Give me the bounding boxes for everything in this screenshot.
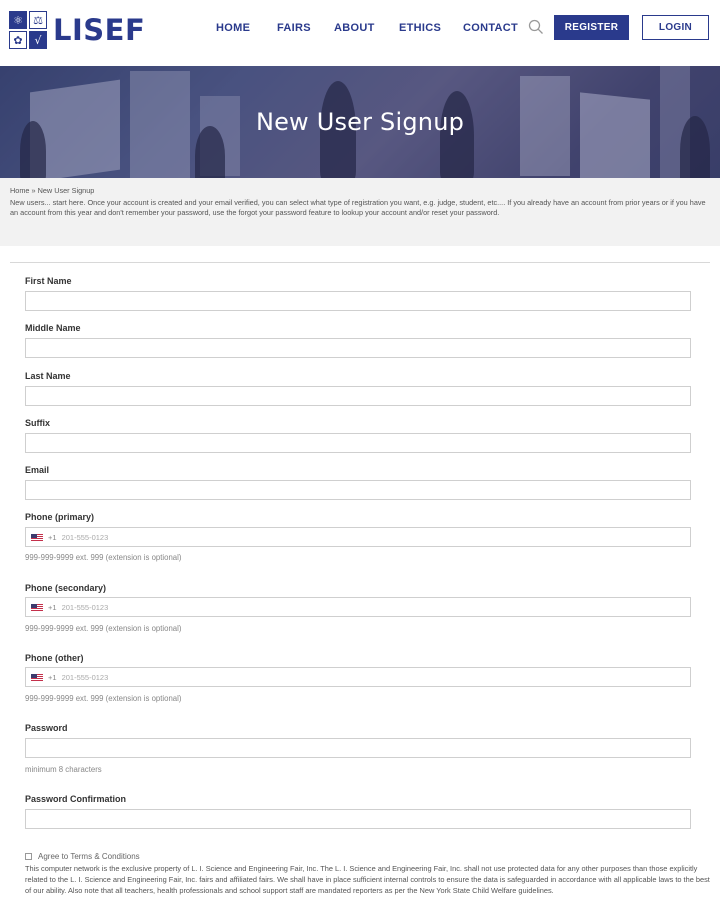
- middle-name-input[interactable]: [25, 338, 691, 358]
- terms-checkbox[interactable]: [25, 853, 32, 860]
- site-logo[interactable]: ⚛ ⚖ ✿ √ LISEF: [9, 11, 145, 49]
- middle-name-label: Middle Name: [25, 323, 81, 333]
- divider: [10, 262, 710, 263]
- us-flag-icon[interactable]: [31, 673, 43, 681]
- phone-primary-label: Phone (primary): [25, 512, 95, 522]
- site-header: ⚛ ⚖ ✿ √ LISEF HOME FAIRS ABOUT ETHICS CONTA…: [0, 0, 720, 66]
- nav-home[interactable]: HOME: [216, 22, 250, 34]
- hero-banner: New User Signup: [0, 66, 720, 178]
- password-input[interactable]: [25, 738, 691, 758]
- country-code: +1: [48, 602, 57, 612]
- suffix-input[interactable]: [25, 433, 691, 453]
- first-name-label: First Name: [25, 276, 72, 286]
- phone-primary-input[interactable]: +1 201-555-0123: [25, 527, 691, 547]
- register-button[interactable]: REGISTER: [554, 15, 629, 40]
- phone-placeholder: 201-555-0123: [61, 532, 109, 542]
- password-help: minimum 8 characters: [25, 765, 102, 774]
- phone-other-input[interactable]: +1 201-555-0123: [25, 667, 691, 687]
- password-label: Password: [25, 723, 68, 733]
- phone-primary-help: 999-999-9999 ext. 999 (extension is opti…: [25, 553, 182, 562]
- phone-secondary-label: Phone (secondary): [25, 583, 107, 593]
- email-label: Email: [25, 465, 50, 475]
- country-code: +1: [48, 532, 57, 542]
- terms-row[interactable]: Agree to Terms & Conditions: [25, 852, 140, 861]
- first-name-input[interactable]: [25, 291, 691, 311]
- us-flag-icon[interactable]: [31, 533, 43, 541]
- nav-about[interactable]: ABOUT: [334, 22, 375, 34]
- logo-mark-icon: ⚛ ⚖ ✿ √: [9, 11, 47, 49]
- intro-text: New users... start here. Once your accou…: [10, 197, 706, 218]
- nav-fairs[interactable]: FAIRS: [277, 22, 311, 34]
- phone-secondary-help: 999-999-9999 ext. 999 (extension is opti…: [25, 624, 182, 633]
- page-title: New User Signup: [255, 108, 465, 136]
- intro-panel: Home » New User Signup New users... star…: [0, 178, 720, 246]
- last-name-label: Last Name: [25, 371, 71, 381]
- suffix-label: Suffix: [25, 418, 51, 428]
- phone-placeholder: 201-555-0123: [61, 602, 109, 612]
- password-confirmation-input[interactable]: [25, 809, 691, 829]
- last-name-input[interactable]: [25, 386, 691, 406]
- nav-ethics[interactable]: ETHICS: [399, 22, 441, 34]
- terms-label: Agree to Terms & Conditions: [38, 852, 140, 861]
- breadcrumb[interactable]: Home » New User Signup: [10, 186, 710, 197]
- search-icon[interactable]: [528, 19, 544, 35]
- country-code: +1: [48, 672, 57, 682]
- phone-other-label: Phone (other): [25, 653, 84, 663]
- legal-notice: This computer network is the exclusive p…: [25, 864, 710, 895]
- email-input[interactable]: [25, 480, 691, 500]
- us-flag-icon[interactable]: [31, 603, 43, 611]
- phone-secondary-input[interactable]: +1 201-555-0123: [25, 597, 691, 617]
- password-confirmation-label: Password Confirmation: [25, 794, 127, 804]
- login-button[interactable]: LOGIN: [642, 15, 709, 40]
- logo-text: LISEF: [53, 13, 146, 47]
- nav-contact[interactable]: CONTACT: [463, 22, 518, 34]
- phone-other-help: 999-999-9999 ext. 999 (extension is opti…: [25, 694, 182, 703]
- phone-placeholder: 201-555-0123: [61, 672, 109, 682]
